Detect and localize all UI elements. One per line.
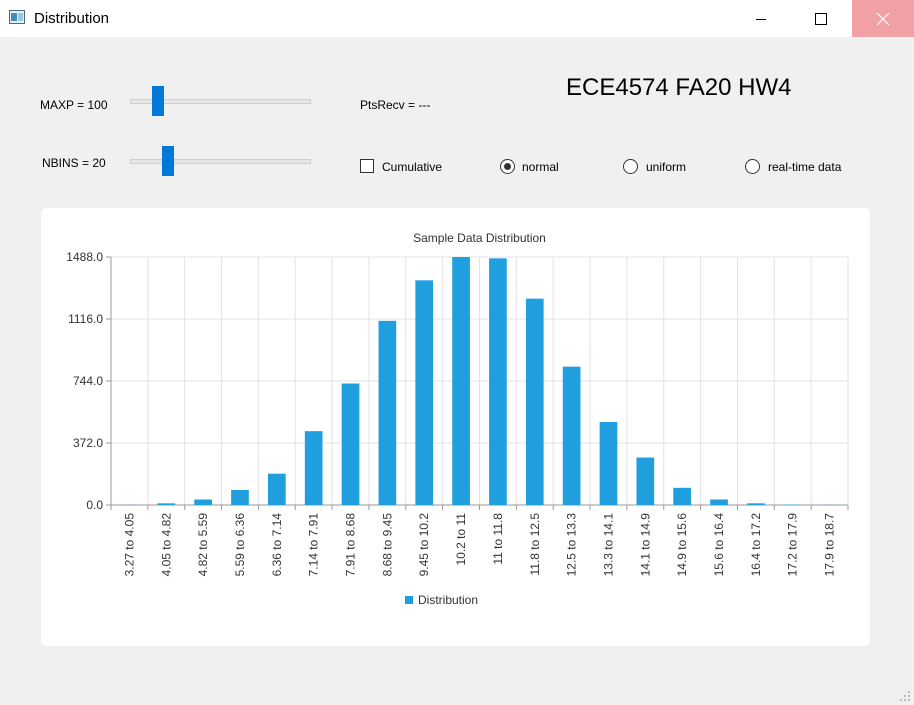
nbins-slider-track <box>130 159 311 164</box>
bar <box>378 320 397 505</box>
x-tick-label: 14.9 to 15.6 <box>675 513 689 577</box>
x-tick-label: 17.2 to 17.9 <box>786 513 800 577</box>
bar <box>599 422 618 505</box>
x-tick-label: 5.59 to 6.36 <box>233 513 247 577</box>
bar <box>157 503 176 505</box>
maximize-button[interactable] <box>798 0 844 37</box>
y-tick-label: 1116.0 <box>68 312 103 326</box>
x-tick-label: 11 to 11.8 <box>491 513 505 565</box>
minimize-icon <box>756 18 766 20</box>
x-tick-label: 10.2 to 11 <box>454 513 468 566</box>
cumulative-label[interactable]: Cumulative <box>382 160 442 174</box>
app-window-icon <box>9 10 25 24</box>
y-tick-label: 1488.0 <box>66 250 103 264</box>
x-tick-label: 17.9 to 18.7 <box>823 513 837 577</box>
x-tick-label: 7.91 to 8.68 <box>344 513 358 577</box>
maxp-slider[interactable] <box>130 86 311 116</box>
x-tick-label: 15.6 to 16.4 <box>712 513 726 577</box>
nbins-slider-handle[interactable] <box>162 146 174 176</box>
normal-radio-label[interactable]: normal <box>522 160 559 174</box>
x-tick-label: 12.5 to 13.3 <box>565 513 579 577</box>
x-tick-label: 14.1 to 14.9 <box>638 513 652 577</box>
uniform-radio[interactable] <box>623 159 638 174</box>
x-tick-label: 3.27 to 4.05 <box>122 513 136 577</box>
cumulative-checkbox[interactable] <box>360 159 374 173</box>
bar <box>341 383 360 505</box>
bar <box>489 258 507 505</box>
window-title: Distribution <box>34 10 110 27</box>
close-button[interactable] <box>852 0 914 37</box>
close-icon <box>876 12 890 25</box>
x-tick-label: 13.3 to 14.1 <box>601 513 615 577</box>
y-tick-label: 744.0 <box>73 374 103 388</box>
legend-label: Distribution <box>418 593 478 607</box>
nbins-label: NBINS = 20 <box>42 156 106 170</box>
realtime-radio[interactable] <box>745 159 760 174</box>
resize-grip-icon[interactable] <box>900 691 910 701</box>
chart-title: Sample Data Distribution <box>413 231 546 245</box>
bar <box>231 490 249 505</box>
x-tick-label: 4.82 to 5.59 <box>196 513 210 577</box>
x-tick-label: 8.68 to 9.45 <box>380 513 394 577</box>
maxp-slider-handle[interactable] <box>152 86 164 116</box>
x-tick-label: 9.45 to 10.2 <box>417 513 431 577</box>
nbins-slider[interactable] <box>130 146 311 176</box>
realtime-radio-label[interactable]: real-time data <box>768 160 841 174</box>
y-tick-label: 0.0 <box>86 498 103 512</box>
bar <box>267 473 286 505</box>
bar <box>415 280 434 505</box>
pts-recv-label: PtsRecv = --- <box>360 98 431 112</box>
bar <box>673 487 692 505</box>
legend-marker <box>405 596 413 604</box>
x-tick-label: 11.8 to 12.5 <box>528 513 542 576</box>
bar <box>636 457 655 505</box>
bar <box>525 298 544 505</box>
bar <box>710 499 728 505</box>
bar <box>304 431 323 505</box>
x-tick-label: 7.14 to 7.91 <box>307 513 321 577</box>
x-tick-label: 4.05 to 4.82 <box>159 513 173 577</box>
bar <box>747 503 765 505</box>
bar <box>562 366 581 505</box>
bar <box>194 499 212 505</box>
maximize-icon <box>815 12 827 25</box>
x-tick-label: 6.36 to 7.14 <box>270 513 284 577</box>
x-tick-label: 16.4 to 17.2 <box>749 513 763 577</box>
minimize-button[interactable] <box>738 0 784 37</box>
normal-radio[interactable] <box>500 159 515 174</box>
chart-view: Sample Data Distribution 0.0 372.0 744.0 111… <box>41 208 870 646</box>
y-tick-label: 372.0 <box>73 436 103 450</box>
bar <box>452 257 470 505</box>
title-bar: Distribution <box>0 0 914 37</box>
hw-title: ECE4574 FA20 HW4 <box>566 74 792 101</box>
maxp-label: MAXP = 100 <box>40 98 108 112</box>
distribution-chart: Sample Data Distribution 0.0 372.0 744.0 111… <box>66 231 849 607</box>
uniform-radio-label[interactable]: uniform <box>646 160 686 174</box>
